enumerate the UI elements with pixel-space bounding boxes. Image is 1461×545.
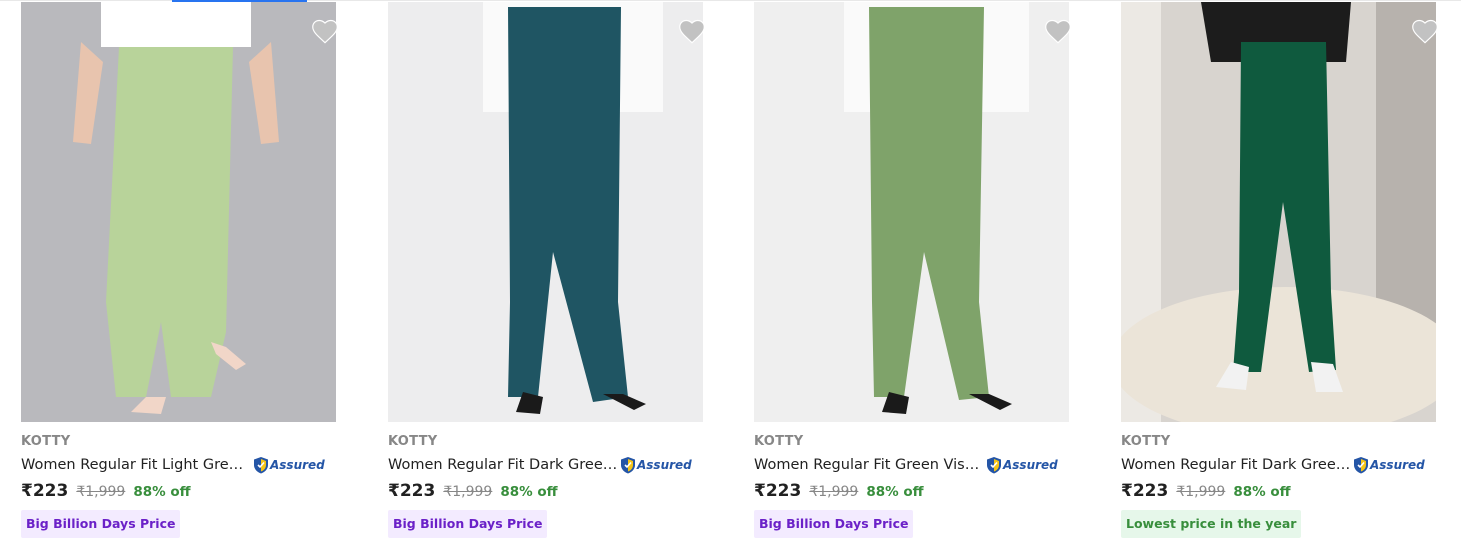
wishlist-heart-icon[interactable] [1411, 18, 1439, 44]
product-image[interactable] [754, 2, 1069, 422]
offer-badge: Big Billion Days Price [754, 510, 914, 538]
product-mrp: ₹1,999 [1176, 484, 1226, 500]
product-brand: KOTTY [754, 434, 804, 449]
product-mrp: ₹1,999 [809, 484, 859, 500]
product-title[interactable]: Women Regular Fit Dark Green Viscose Ray… [1121, 457, 1351, 473]
product-mrp: ₹1,999 [76, 484, 126, 500]
assured-shield-icon [987, 457, 1001, 474]
offer-badge: Big Billion Days Price [388, 510, 548, 538]
product-card[interactable]: KOTTY Women Regular Fit Light Green Visc… [21, 2, 351, 545]
product-brand: KOTTY [388, 434, 438, 449]
discount-label: 88% off [133, 484, 191, 500]
product-price: ₹223 [388, 481, 436, 501]
product-image[interactable] [1121, 2, 1436, 422]
assured-shield-icon [254, 457, 268, 474]
assured-badge: Assured [253, 456, 325, 474]
product-mrp: ₹1,999 [443, 484, 493, 500]
product-brand: KOTTY [21, 434, 71, 449]
assured-badge: Assured [1353, 456, 1425, 474]
product-card[interactable]: KOTTY Women Regular Fit Dark Green Visco… [388, 2, 718, 545]
product-card[interactable]: KOTTY Women Regular Fit Green Viscose Ra… [754, 2, 1084, 545]
offer-badge: Lowest price in the year [1121, 510, 1302, 538]
discount-label: 88% off [866, 484, 924, 500]
product-price: ₹223 [1121, 481, 1169, 501]
product-price: ₹223 [21, 481, 69, 501]
product-title[interactable]: Women Regular Fit Light Green Viscose Ra… [21, 457, 251, 473]
wishlist-heart-icon[interactable] [678, 18, 706, 44]
assured-badge: Assured [620, 456, 692, 474]
product-brand: KOTTY [1121, 434, 1171, 449]
product-image[interactable] [388, 2, 703, 422]
discount-label: 88% off [1233, 484, 1291, 500]
assured-badge: Assured [986, 456, 1058, 474]
product-card[interactable]: KOTTY Women Regular Fit Dark Green Visco… [1121, 2, 1451, 545]
wishlist-heart-icon[interactable] [1044, 18, 1072, 44]
product-image[interactable] [21, 2, 336, 422]
assured-shield-icon [621, 457, 635, 474]
product-price: ₹223 [754, 481, 802, 501]
offer-badge: Big Billion Days Price [21, 510, 181, 538]
product-title[interactable]: Women Regular Fit Dark Green Viscose Ray… [388, 457, 618, 473]
discount-label: 88% off [500, 484, 558, 500]
wishlist-heart-icon[interactable] [311, 18, 339, 44]
product-title[interactable]: Women Regular Fit Green Viscose Rayon Tr… [754, 457, 984, 473]
assured-shield-icon [1354, 457, 1368, 474]
